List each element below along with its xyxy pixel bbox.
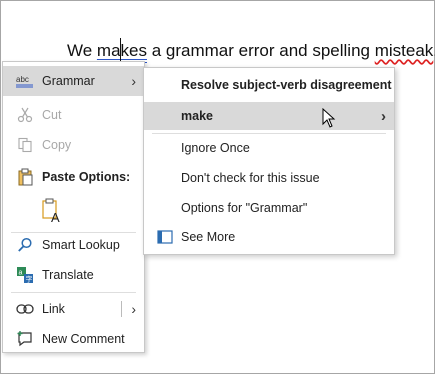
spelling-error-word[interactable]: misteak xyxy=(375,41,434,60)
menu-item-smart-lookup[interactable]: Smart Lookup xyxy=(3,230,144,260)
menu-item-label: Grammar xyxy=(42,74,95,88)
chevron-right-icon: › xyxy=(131,73,136,89)
menu-item-translate[interactable]: a 字 Translate xyxy=(3,260,144,290)
scissors-icon xyxy=(15,105,35,125)
book-icon xyxy=(156,228,174,246)
paste-text-only-icon: A xyxy=(41,198,63,224)
menu-item-label: Copy xyxy=(42,138,72,152)
menu-item-label: Cut xyxy=(42,108,62,122)
menu-item-cut[interactable]: Cut xyxy=(3,100,144,130)
menu-item-label: New Comment xyxy=(42,332,125,346)
doc-text-before: We xyxy=(67,41,97,60)
submenu-item-label: Options for "Grammar" xyxy=(181,201,308,215)
menu-item-label: Translate xyxy=(42,268,94,282)
chevron-right-icon[interactable]: › xyxy=(131,301,136,317)
menu-item-grammar[interactable]: abc Grammar › xyxy=(3,66,144,96)
submenu-item-options-grammar[interactable]: Options for "Grammar" xyxy=(144,194,394,222)
svg-text:字: 字 xyxy=(26,275,33,284)
abc-icon: abc xyxy=(15,71,35,91)
submenu-item-ignore-once[interactable]: Ignore Once xyxy=(144,134,394,162)
menu-item-label: Link xyxy=(42,302,65,316)
doc-text-middle: a grammar error and spelling xyxy=(147,41,375,60)
chevron-right-icon[interactable]: › xyxy=(381,108,386,125)
submenu-title: Resolve subject-verb disagreement xyxy=(144,71,394,99)
submenu-item-label: Don't check for this issue xyxy=(181,171,320,185)
copy-icon xyxy=(15,135,35,155)
svg-text:a: a xyxy=(19,270,23,277)
menu-item-label: Paste Options: xyxy=(42,170,131,184)
svg-text:abc: abc xyxy=(16,75,29,84)
search-icon xyxy=(15,235,35,255)
menu-item-paste-options: Paste Options: xyxy=(3,162,144,192)
submenu-title-label: Resolve subject-verb disagreement xyxy=(181,78,392,92)
submenu-item-label: See More xyxy=(181,230,236,244)
submenu-item-dont-check[interactable]: Don't check for this issue xyxy=(144,164,394,192)
context-menu: abc Grammar › Cut Copy Paste Options: A … xyxy=(2,61,145,353)
grammar-error-word[interactable]: makes xyxy=(97,41,147,60)
clipboard-icon xyxy=(15,167,35,187)
menu-item-copy[interactable]: Copy xyxy=(3,130,144,160)
suggestion-make[interactable]: make › xyxy=(144,102,394,130)
paste-keep-text-only-button[interactable]: A xyxy=(3,194,144,228)
link-icon xyxy=(15,299,35,319)
menu-item-new-comment[interactable]: New Comment xyxy=(3,324,144,354)
grammar-submenu: Resolve subject-verb disagreement make ›… xyxy=(143,67,395,255)
mouse-pointer-icon xyxy=(322,108,336,128)
submenu-item-see-more[interactable]: See More xyxy=(144,223,394,251)
translate-icon: a 字 xyxy=(15,265,35,285)
menu-item-link[interactable]: Link › xyxy=(3,294,144,324)
submenu-item-label: Ignore Once xyxy=(181,141,250,155)
menu-separator xyxy=(11,292,136,293)
split-divider xyxy=(121,301,122,317)
svg-text:A: A xyxy=(51,210,60,224)
text-cursor xyxy=(120,38,121,62)
suggestion-label: make xyxy=(181,109,213,123)
menu-item-label: Smart Lookup xyxy=(42,238,120,252)
comment-icon xyxy=(15,329,35,349)
document-text-line[interactable]: We makes a grammar error and spelling mi… xyxy=(67,41,435,61)
